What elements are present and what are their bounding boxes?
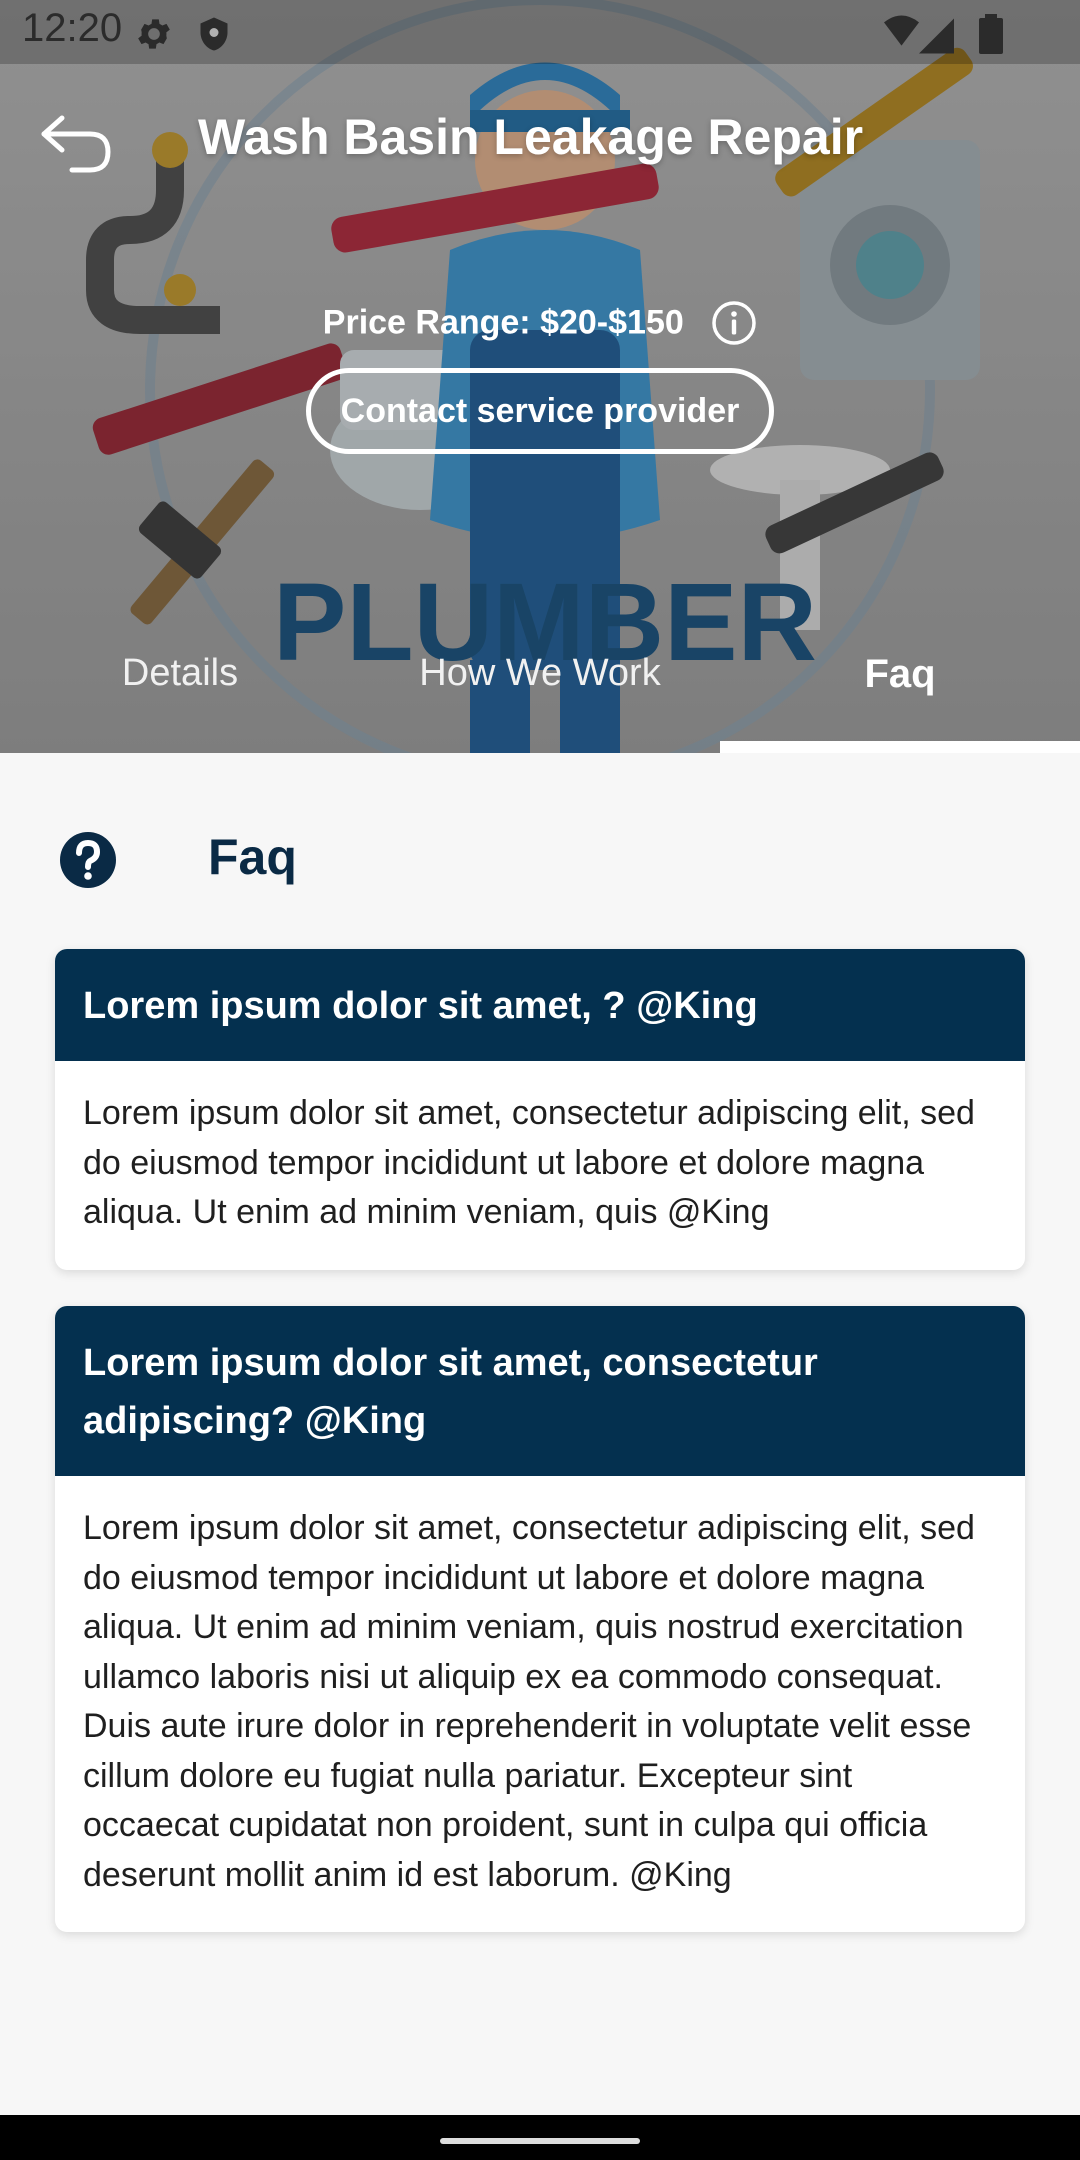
home-gesture-handle[interactable] [440, 2138, 640, 2144]
signal-icon [884, 15, 954, 54]
faq-title: Faq [208, 829, 297, 885]
back-button[interactable] [38, 110, 118, 180]
tab-bar: Details How We Work Faq [0, 640, 1080, 753]
faq-card[interactable]: Lorem ipsum dolor sit amet, ? @King Lore… [55, 949, 1025, 1270]
price-range-row: Price Range: $20-$150 [0, 300, 1080, 346]
tab-details[interactable]: Details [0, 652, 360, 695]
faq-question: Lorem ipsum dolor sit amet, ? @King [55, 949, 1025, 1061]
status-time: 12:20 [22, 6, 123, 50]
page-title: Wash Basin Leakage Repair [198, 109, 864, 165]
faq-card[interactable]: Lorem ipsum dolor sit amet, consectetur … [55, 1306, 1025, 1932]
tab-faq[interactable]: Faq [720, 652, 1080, 697]
faq-question: Lorem ipsum dolor sit amet, consectetur … [55, 1306, 1025, 1476]
info-icon[interactable] [711, 300, 757, 346]
tab-indicator [720, 741, 1080, 753]
battery-icon [979, 14, 1003, 54]
help-circle-icon [60, 832, 116, 888]
status-bar: 12:20 [0, 0, 1080, 64]
tab-how-we-work[interactable]: How We Work [360, 652, 720, 695]
faq-answer: Lorem ipsum dolor sit amet, consectetur … [83, 1509, 975, 1894]
price-range-text: Price Range: $20-$150 [322, 303, 684, 342]
back-arrow-icon [41, 115, 111, 173]
faq-answer: Lorem ipsum dolor sit amet, consectetur … [83, 1094, 975, 1231]
settings-icon [138, 19, 170, 49]
shield-icon [200, 17, 228, 51]
hero-banner: PLUMBER 12:20 Wash Basin Leakage Repair … [0, 0, 1080, 753]
contact-service-provider-button[interactable]: Contact service provider [306, 368, 774, 454]
